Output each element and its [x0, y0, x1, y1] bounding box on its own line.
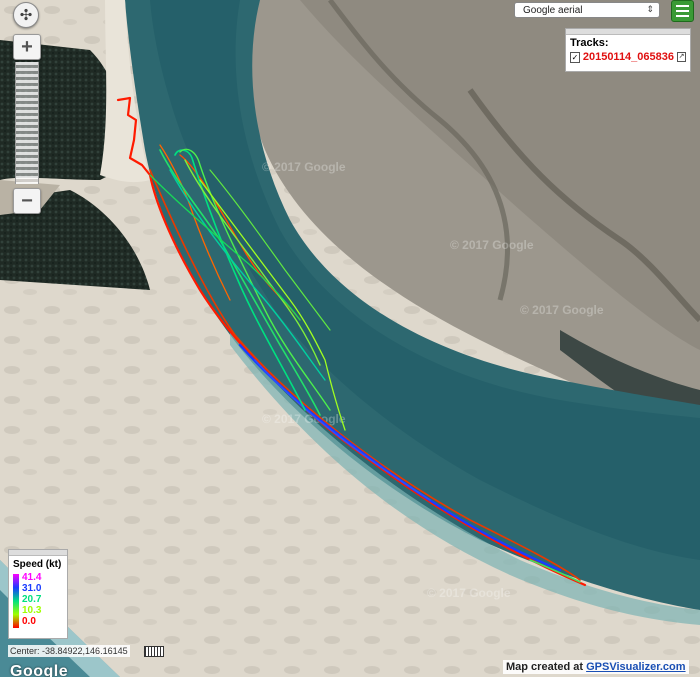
speed-legend: Speed (kt) 41.4 31.0 20.7 10.3 0.0 — [8, 549, 68, 639]
google-logo: Google — [10, 663, 69, 677]
legend-value: 10.3 — [22, 605, 42, 616]
zoom-in-button[interactable]: + — [13, 34, 41, 60]
tracks-panel: Tracks: ✓ 20150114_065836 ↗ — [565, 28, 691, 72]
select-arrows-icon: ⇕ — [646, 4, 654, 14]
map-type-value: Google aerial — [523, 4, 583, 16]
zoom-out-button[interactable]: − — [13, 188, 41, 214]
zoom-slider[interactable] — [15, 62, 39, 184]
map-credit: Map created at GPSVisualizer.com — [503, 660, 689, 674]
track-segment — [116, 96, 587, 587]
center-coordinates: Center: -38.84922,146.16145 — [8, 645, 130, 657]
gpsvisualizer-link[interactable]: GPSVisualizer.com — [586, 661, 685, 673]
legend-value: 0.0 — [22, 616, 36, 627]
track-segment — [179, 154, 301, 321]
legend-color-bar — [13, 574, 19, 628]
legend-values: 41.4 31.0 20.7 10.3 0.0 — [22, 572, 41, 627]
map-type-select[interactable]: Google aerial ⇕ — [514, 2, 660, 18]
track-name-link[interactable]: 20150114_065836 — [583, 51, 674, 63]
external-link-icon[interactable]: ↗ — [677, 52, 686, 62]
ruler-icon[interactable] — [144, 646, 164, 657]
legend-value: 31.0 — [22, 583, 42, 594]
legend-value: 41.4 — [22, 572, 42, 583]
compass-icon[interactable]: ✣ — [13, 2, 39, 28]
hamburger-icon[interactable] — [671, 0, 694, 22]
track-row: ✓ 20150114_065836 ↗ — [570, 51, 686, 63]
track-segment — [159, 149, 321, 416]
credit-text: Map created at — [506, 661, 587, 673]
map-view[interactable]: © 2017 Google © 2017 Google © 2017 Googl… — [0, 0, 700, 677]
legend-body: 41.4 31.0 20.7 10.3 0.0 — [13, 572, 67, 628]
gps-track-overlay — [116, 96, 587, 587]
panel-drag-bar[interactable] — [566, 29, 690, 35]
track-checkbox[interactable]: ✓ — [570, 51, 580, 63]
legend-value: 20.7 — [22, 594, 42, 605]
tracks-title: Tracks: — [570, 37, 609, 49]
legend-title: Speed (kt) — [13, 559, 62, 570]
